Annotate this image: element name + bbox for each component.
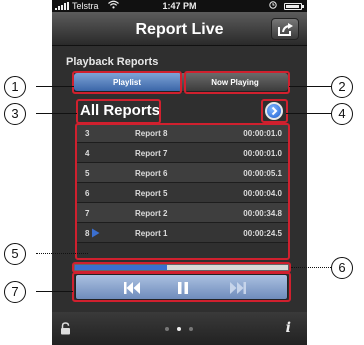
navigation-bar: Report Live bbox=[52, 12, 307, 46]
callout-7: 7 bbox=[4, 281, 26, 303]
callout-5: 5 bbox=[4, 243, 26, 265]
callout-leader-3 bbox=[36, 113, 77, 114]
callout-leader-5 bbox=[36, 253, 88, 254]
callout-3: 3 bbox=[4, 103, 26, 125]
info-button[interactable]: i bbox=[286, 320, 291, 336]
callout-leader-4 bbox=[286, 113, 331, 114]
callout-leader-2 bbox=[289, 86, 331, 87]
status-bar: Telstra 1:47 PM bbox=[52, 0, 307, 12]
share-button[interactable] bbox=[271, 18, 299, 40]
battery-icon bbox=[284, 3, 304, 10]
highlight-list-header bbox=[76, 99, 161, 124]
highlight-disclosure bbox=[261, 99, 288, 123]
highlight-controls bbox=[72, 272, 291, 302]
share-export-icon bbox=[278, 23, 293, 36]
section-title: Playback Reports bbox=[66, 56, 159, 68]
callout-4: 4 bbox=[331, 103, 353, 125]
lock-icon[interactable] bbox=[60, 322, 71, 335]
page-indicator[interactable] bbox=[165, 327, 195, 333]
callout-leader-7 bbox=[36, 291, 73, 292]
page-title: Report Live bbox=[135, 21, 224, 38]
callout-leader-1 bbox=[36, 86, 74, 87]
callout-2: 2 bbox=[331, 76, 353, 98]
highlight-now-playing bbox=[184, 71, 290, 94]
callout-1: 1 bbox=[4, 76, 26, 98]
callout-6: 6 bbox=[331, 257, 353, 279]
highlight-list bbox=[75, 123, 290, 260]
highlight-playlist bbox=[72, 71, 182, 94]
bottom-toolbar: i bbox=[52, 312, 307, 345]
alarm-icon bbox=[269, 1, 277, 11]
